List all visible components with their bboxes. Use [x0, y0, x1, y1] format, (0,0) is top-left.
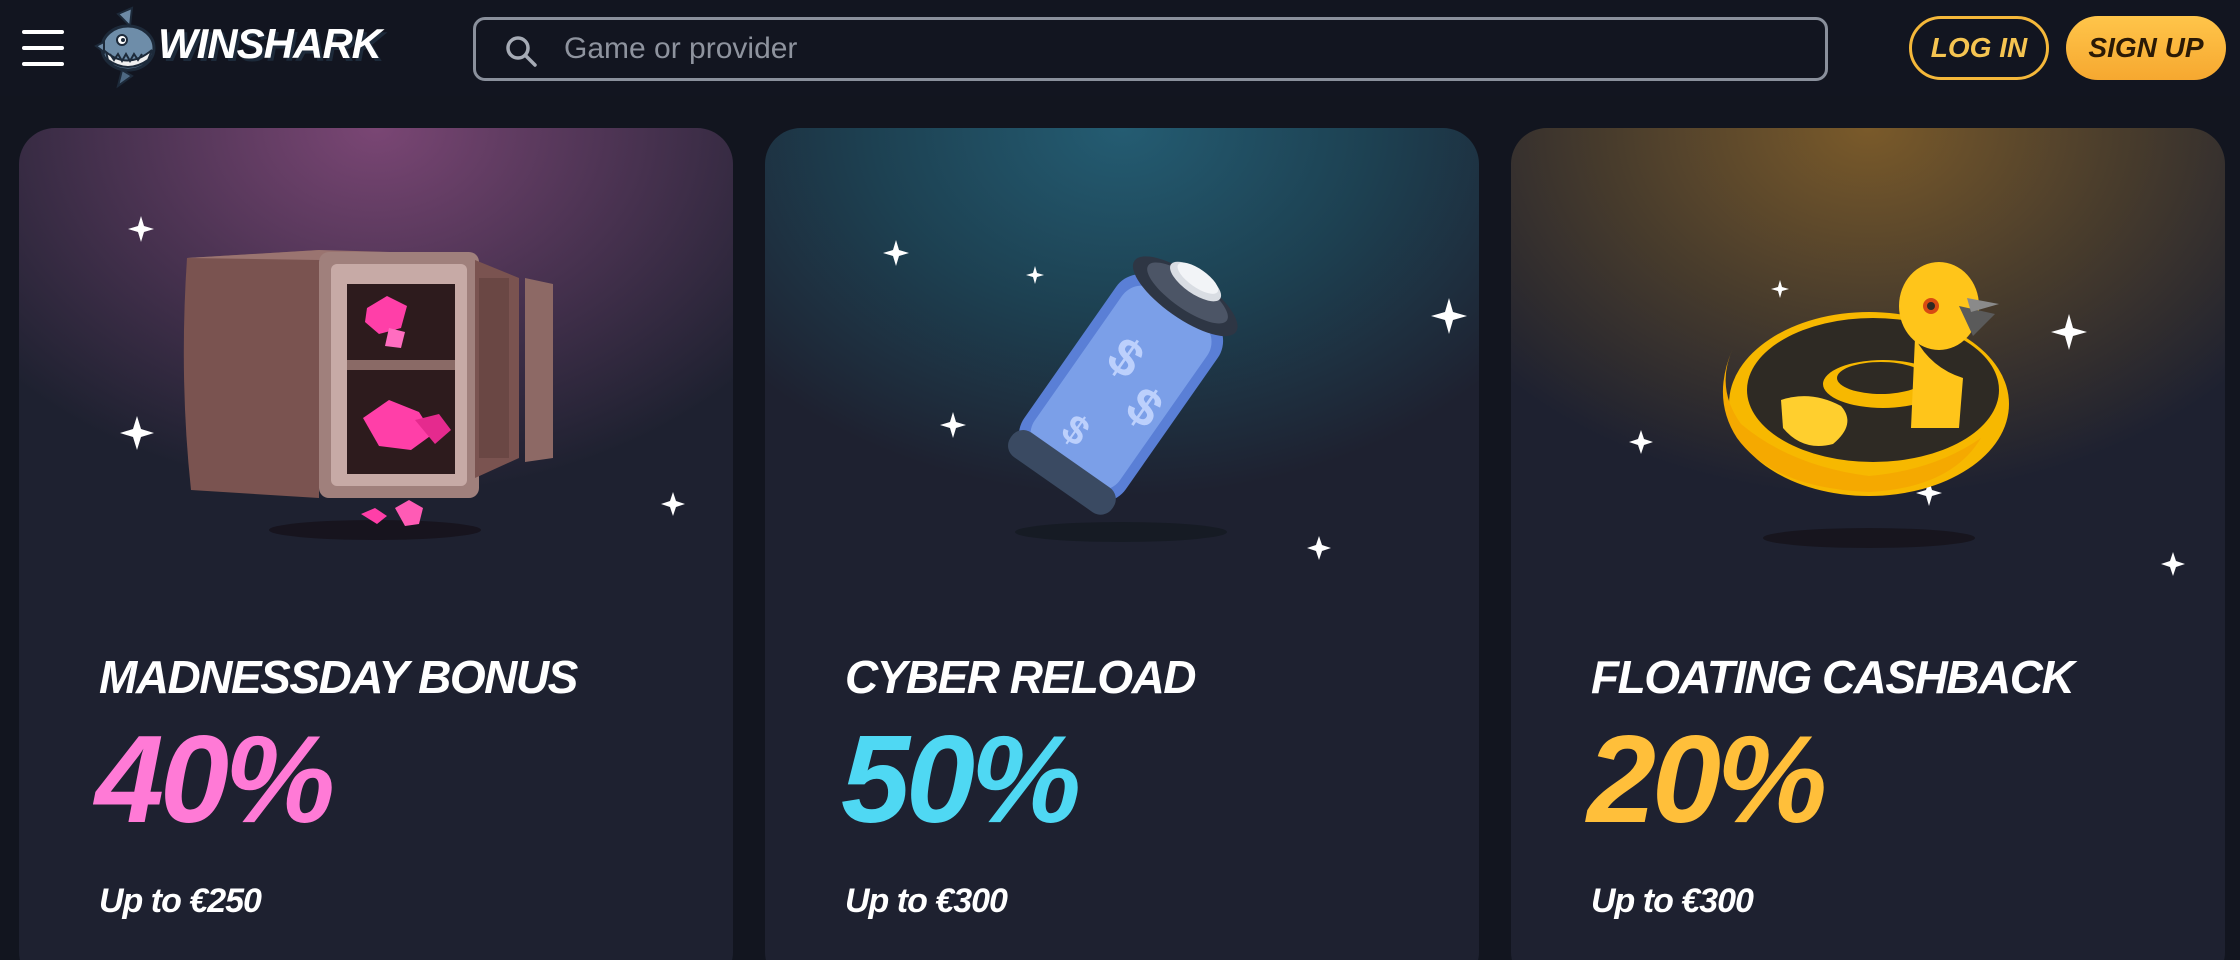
- promo-subtitle: Up to €250: [99, 882, 262, 920]
- menu-icon[interactable]: [22, 30, 64, 66]
- battery-dollar-icon: $ $ $: [883, 240, 1467, 560]
- promo-card-cyber-reload[interactable]: $ $ $ CYBER RELOAD 50% Up to €300: [765, 128, 1479, 960]
- promo-subtitle: Up to €300: [1591, 882, 1754, 920]
- login-button[interactable]: LOG IN: [1909, 16, 2049, 80]
- duck-float-icon: [1629, 262, 2185, 576]
- logo-text: WINSHARK: [158, 20, 382, 67]
- promo-title: CYBER RELOAD: [845, 651, 1197, 703]
- safe-with-gems-icon: [120, 216, 685, 540]
- search-icon: [506, 36, 537, 67]
- signup-button[interactable]: SIGN UP: [2066, 16, 2226, 80]
- search-input[interactable]: [564, 28, 1794, 70]
- promo-percent: 40%: [95, 711, 335, 849]
- promo-subtitle: Up to €300: [845, 882, 1008, 920]
- promo-title: MADNESSDAY BONUS: [99, 651, 578, 703]
- search-box[interactable]: [473, 17, 1828, 81]
- promo-card-madnessday[interactable]: MADNESSDAY BONUS 40% Up to €250: [19, 128, 733, 960]
- promo-percent: 50%: [841, 711, 1081, 849]
- promo-percent: 20%: [1587, 711, 1827, 849]
- promo-title: FLOATING CASHBACK: [1591, 651, 2075, 703]
- site-logo[interactable]: WINSHARK: [92, 6, 392, 90]
- promo-card-floating-cashback[interactable]: FLOATING CASHBACK 20% Up to €300: [1511, 128, 2225, 960]
- top-header: WINSHARK LOG IN SIGN UP: [0, 0, 2240, 96]
